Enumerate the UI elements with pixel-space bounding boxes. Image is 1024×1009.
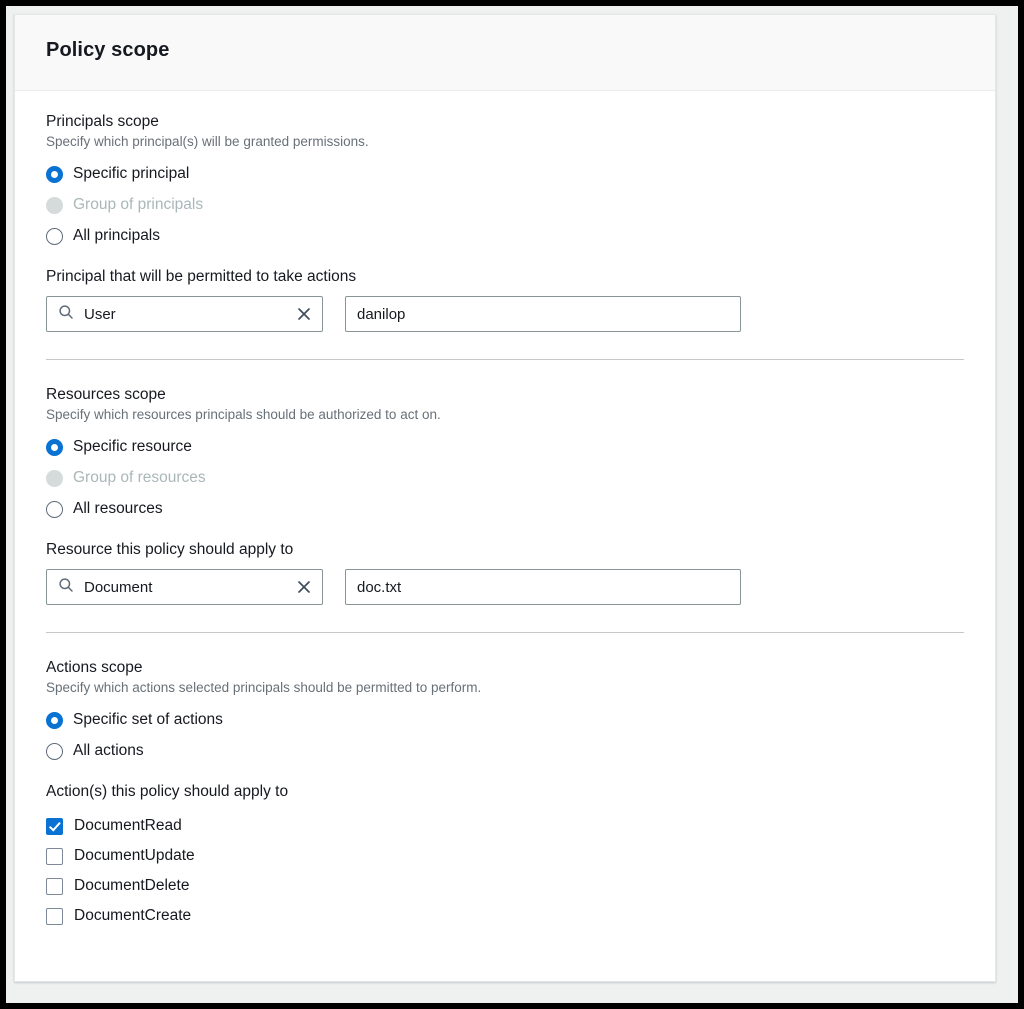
principal-type-select[interactable]: User xyxy=(46,296,323,332)
card-body: Principals scope Specify which principal… xyxy=(15,91,995,931)
radio-all-principals-label: All principals xyxy=(73,227,161,244)
checkbox-document-delete-icon xyxy=(46,877,63,895)
actions-field-label: Action(s) this policy should apply to xyxy=(46,783,289,800)
checkbox-document-create-label: DocumentCreate xyxy=(74,907,192,924)
principal-identifier-input[interactable]: danilop xyxy=(345,296,741,332)
radio-all-principals-icon xyxy=(46,227,63,245)
screen: Policy scope Principals scope Specify wh… xyxy=(0,0,1024,1009)
card-header: Policy scope xyxy=(15,15,995,91)
radio-specific-set-of-actions-label: Specific set of actions xyxy=(73,711,223,728)
principal-field-label: Principal that will be permitted to take… xyxy=(46,268,357,285)
checkbox-document-update-label: DocumentUpdate xyxy=(74,847,195,864)
resources-scope-section: Resources scope Specify which resources … xyxy=(46,386,964,605)
radio-all-resources-icon xyxy=(46,500,63,518)
divider-resources-actions xyxy=(46,632,964,633)
radio-specific-principal[interactable]: Specific principal xyxy=(46,159,964,189)
checkbox-document-delete-label: DocumentDelete xyxy=(74,877,190,894)
page-title: Policy scope xyxy=(46,39,170,61)
radio-specific-principal-icon xyxy=(46,165,63,183)
radio-specific-resource[interactable]: Specific resource xyxy=(46,432,964,462)
radio-group-of-resources-label: Group of resources xyxy=(73,469,206,486)
radio-specific-set-of-actions-icon xyxy=(46,711,63,729)
resource-type-clear-icon[interactable] xyxy=(294,577,314,597)
radio-specific-set-of-actions[interactable]: Specific set of actions xyxy=(46,705,964,735)
principal-input-row: User danilop xyxy=(46,296,964,332)
actions-scope-title: Actions scope xyxy=(46,659,143,676)
checkbox-document-read-icon xyxy=(46,817,63,835)
principal-identifier-value: danilop xyxy=(357,305,406,323)
resource-field-label: Resource this policy should apply to xyxy=(46,541,294,558)
radio-all-actions[interactable]: All actions xyxy=(46,736,964,766)
radio-group-of-principals: Group of principals xyxy=(46,190,964,220)
radio-specific-resource-label: Specific resource xyxy=(73,438,192,455)
radio-specific-principal-label: Specific principal xyxy=(73,165,190,182)
checkbox-document-read-label: DocumentRead xyxy=(74,817,182,834)
principal-type-value: User xyxy=(84,305,116,323)
radio-all-actions-icon xyxy=(46,742,63,760)
checkbox-document-update-icon xyxy=(46,847,63,865)
resource-identifier-input[interactable]: doc.txt xyxy=(345,569,741,605)
checkbox-document-read[interactable]: DocumentRead xyxy=(46,811,964,841)
resources-scope-description: Specify which resources principals shoul… xyxy=(46,407,441,422)
checkbox-document-create[interactable]: DocumentCreate xyxy=(46,901,964,931)
checkbox-document-delete[interactable]: DocumentDelete xyxy=(46,871,964,901)
resource-identifier-value: doc.txt xyxy=(357,578,402,596)
principals-scope-section: Principals scope Specify which principal… xyxy=(46,113,964,332)
principals-scope-description: Specify which principal(s) will be grant… xyxy=(46,134,369,149)
radio-group-of-principals-icon xyxy=(46,196,63,214)
radio-all-resources-label: All resources xyxy=(73,500,163,517)
policy-scope-card: Policy scope Principals scope Specify wh… xyxy=(14,14,996,982)
search-icon xyxy=(58,577,74,598)
radio-specific-resource-icon xyxy=(46,438,63,456)
page-background: Policy scope Principals scope Specify wh… xyxy=(6,6,1018,1003)
checkbox-document-create-icon xyxy=(46,907,63,925)
radio-all-principals[interactable]: All principals xyxy=(46,221,964,251)
radio-group-of-resources-icon xyxy=(46,469,63,487)
radio-group-of-principals-label: Group of principals xyxy=(73,196,204,213)
divider-principals-resources xyxy=(46,359,964,360)
resource-type-select[interactable]: Document xyxy=(46,569,323,605)
radio-group-of-resources: Group of resources xyxy=(46,463,964,493)
radio-all-actions-label: All actions xyxy=(73,742,144,759)
principal-type-clear-icon[interactable] xyxy=(294,304,314,324)
actions-scope-description: Specify which actions selected principal… xyxy=(46,680,482,695)
resource-type-value: Document xyxy=(84,578,153,596)
principals-scope-title: Principals scope xyxy=(46,113,159,130)
checkbox-document-update[interactable]: DocumentUpdate xyxy=(46,841,964,871)
resources-scope-title: Resources scope xyxy=(46,386,166,403)
search-icon xyxy=(58,304,74,325)
radio-all-resources[interactable]: All resources xyxy=(46,494,964,524)
resource-input-row: Document doc.txt xyxy=(46,569,964,605)
actions-scope-section: Actions scope Specify which actions sele… xyxy=(46,659,964,931)
